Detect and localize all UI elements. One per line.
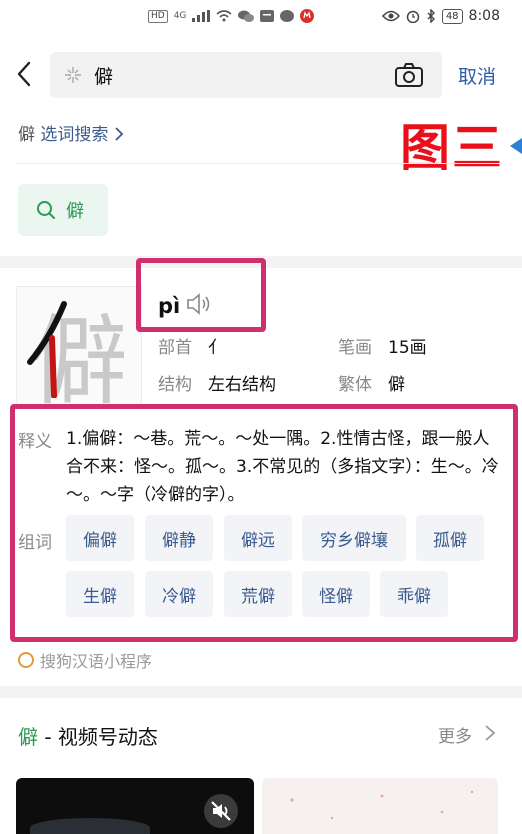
signal-icon [192,10,211,22]
source-label: 搜狗汉语小程序 [40,652,153,671]
annotation-label: 图三 [400,119,504,177]
cancel-button[interactable]: 取消 [458,62,496,89]
mute-icon [211,801,231,821]
sparkle-icon [65,67,81,83]
strokes-value: 15画 [388,338,427,358]
app-icon [300,9,315,23]
chevron-right-icon[interactable] [484,724,496,742]
radical-label: 部首 [158,338,192,358]
wechat-icon [238,10,255,22]
network-label: 4G [173,11,187,21]
alarm-icon [406,10,420,23]
search-icon [37,201,55,219]
traditional-label: 繁体 [338,375,372,395]
choose-word-search-link[interactable]: 僻 选词搜索 [18,120,124,145]
search-chip-label: 僻 [66,201,84,222]
camera-icon[interactable] [394,62,424,88]
stroke-order-overlay [27,301,67,398]
eye-icon [381,10,400,22]
sogou-logo-icon [18,652,34,668]
search-chip[interactable] [18,184,108,236]
bubble-icon [280,9,295,22]
source-link[interactable]: 搜狗汉语小程序 [18,648,152,672]
video-section-title-text: - 视频号动态 [38,725,158,749]
video-section-keyword: 僻 [18,725,38,749]
traditional-value: 僻 [388,375,405,395]
status-time: 8:08 [468,8,500,24]
radical-value: 亻 [208,338,225,358]
status-left-icons: HD 4G [148,9,315,23]
more-link[interactable]: 更多 [438,722,472,747]
structure-value: 左右结构 [208,375,276,395]
section-separator [0,686,522,698]
choose-word-char: 僻 [18,125,35,145]
thumbnail-dots [290,790,474,820]
choose-word-label: 选词搜索 [40,125,109,145]
arrow-tip-icon [510,138,522,154]
highlight-box-pinyin [136,258,266,332]
divider [16,163,502,164]
message-icon [260,10,275,22]
highlight-box-definition [10,404,518,642]
chevron-right-icon [115,127,124,141]
search-input[interactable]: 僻 [94,62,113,89]
video-thumbnail-scene [30,818,150,834]
mute-button[interactable] [204,794,238,828]
hd-badge: HD [148,9,168,23]
structure-label: 结构 [158,375,192,395]
video-thumbnail[interactable] [262,778,498,834]
status-right-icons: 48 8:08 [381,8,500,24]
video-section-title: 僻 - 视频号动态 [18,721,158,750]
back-arrow-icon[interactable] [12,58,40,90]
bluetooth-icon [427,9,435,23]
battery-icon: 48 [441,8,463,24]
strokes-label: 笔画 [338,338,372,358]
wifi-icon [216,10,232,22]
